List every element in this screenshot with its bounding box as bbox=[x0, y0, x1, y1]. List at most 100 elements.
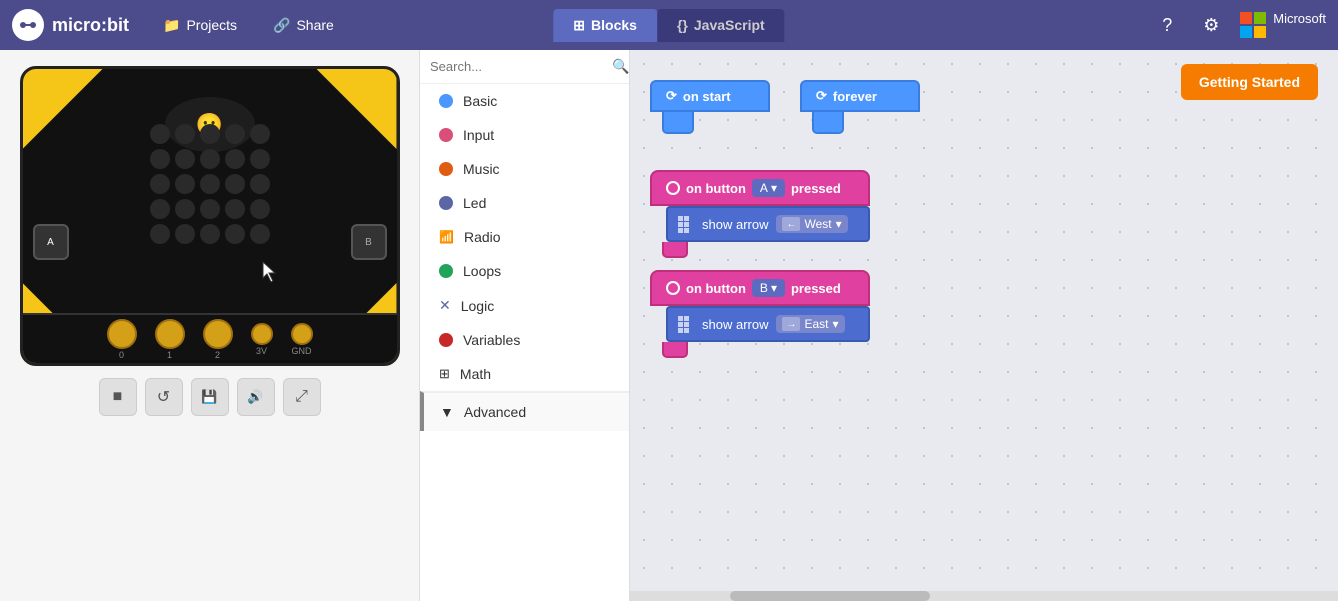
led-0-2 bbox=[200, 124, 220, 144]
scrollbar-thumb[interactable] bbox=[730, 591, 930, 601]
pin-2[interactable]: 2 bbox=[203, 319, 233, 360]
button-b-dropdown[interactable]: B ▾ bbox=[752, 279, 785, 297]
sidebar: 🔍 Basic Input Music Led 📶 Radio Loops ✕ bbox=[420, 50, 630, 601]
sidebar-item-math[interactable]: ⊞ Math bbox=[420, 357, 629, 391]
sidebar-item-loops[interactable]: Loops bbox=[420, 254, 629, 288]
led-0-0 bbox=[150, 124, 170, 144]
save-button[interactable]: 💾 bbox=[191, 378, 229, 416]
music-color-dot bbox=[439, 162, 453, 176]
sidebar-item-music[interactable]: Music bbox=[420, 152, 629, 186]
on-start-block-group: ⟳ on start bbox=[650, 80, 770, 134]
west-dropdown-chevron-icon: ▾ bbox=[836, 217, 842, 231]
button-b-event-block[interactable]: on button B ▾ pressed bbox=[650, 270, 870, 306]
settings-button[interactable]: ⚙ bbox=[1195, 9, 1227, 41]
action-b-grid-icon bbox=[678, 316, 694, 332]
corner-tr bbox=[317, 69, 397, 149]
share-icon: 🔗 bbox=[273, 17, 290, 34]
advanced-chevron-icon: ▼ bbox=[440, 404, 454, 420]
led-4-4 bbox=[250, 224, 270, 244]
restart-button[interactable]: ↺ bbox=[145, 378, 183, 416]
led-0-4 bbox=[250, 124, 270, 144]
forever-connector bbox=[812, 112, 844, 134]
west-direction-dropdown[interactable]: ← West ▾ bbox=[776, 215, 847, 233]
led-3-3 bbox=[225, 199, 245, 219]
scrollbar-horizontal[interactable] bbox=[630, 591, 1338, 601]
fullscreen-button[interactable]: ⤢ bbox=[283, 378, 321, 416]
show-arrow-west-block[interactable]: show arrow ← West ▾ bbox=[666, 206, 870, 242]
led-2-2 bbox=[200, 174, 220, 194]
east-arrow-icon: → bbox=[782, 317, 800, 331]
tab-blocks[interactable]: ⊞ Blocks bbox=[553, 9, 657, 42]
dropdown-arrow-icon: ▾ bbox=[771, 181, 777, 195]
sidebar-item-basic[interactable]: Basic bbox=[420, 84, 629, 118]
sidebar-item-advanced[interactable]: ▼ Advanced bbox=[420, 391, 629, 431]
led-3-4 bbox=[250, 199, 270, 219]
b-dropdown-arrow-icon: ▾ bbox=[771, 281, 777, 295]
led-1-1 bbox=[175, 149, 195, 169]
led-3-0 bbox=[150, 199, 170, 219]
search-input[interactable] bbox=[430, 59, 606, 74]
led-3-2 bbox=[200, 199, 220, 219]
microbit-device: 😐 bbox=[20, 66, 400, 366]
blocks-canvas[interactable]: Getting Started ⟳ on start ⟳ forever on … bbox=[630, 50, 1338, 601]
button-b-bottom-connector bbox=[662, 342, 688, 358]
sidebar-item-variables[interactable]: Variables bbox=[420, 323, 629, 357]
share-button[interactable]: 🔗 Share bbox=[263, 11, 344, 40]
input-color-dot bbox=[439, 128, 453, 142]
basic-color-dot bbox=[439, 94, 453, 108]
sound-button[interactable]: 🔊 bbox=[237, 378, 275, 416]
microsoft-label: Microsoft bbox=[1273, 11, 1326, 39]
blocks-grid-icon: ⊞ bbox=[573, 17, 585, 34]
loops-color-dot bbox=[439, 264, 453, 278]
led-0-3 bbox=[225, 124, 245, 144]
variables-color-dot bbox=[439, 333, 453, 347]
sidebar-item-logic[interactable]: ✕ Logic bbox=[420, 288, 629, 323]
tab-javascript[interactable]: {} JavaScript bbox=[657, 9, 785, 42]
led-1-4 bbox=[250, 149, 270, 169]
on-start-connector bbox=[662, 112, 694, 134]
forever-block-group: ⟳ forever bbox=[800, 80, 920, 134]
hw-button-a[interactable]: A bbox=[33, 224, 69, 260]
button-a-block-group: on button A ▾ pressed show arrow bbox=[650, 170, 870, 258]
sidebar-item-led[interactable]: Led bbox=[420, 186, 629, 220]
microsoft-logo: Microsoft bbox=[1239, 11, 1326, 39]
led-4-0 bbox=[150, 224, 170, 244]
sidebar-item-input[interactable]: Input bbox=[420, 118, 629, 152]
main-layout: 😐 bbox=[0, 50, 1338, 601]
projects-button[interactable]: 📁 Projects bbox=[153, 11, 247, 40]
on-start-block[interactable]: ⟳ on start bbox=[650, 80, 770, 112]
button-a-event-block[interactable]: on button A ▾ pressed bbox=[650, 170, 870, 206]
simulator-controls: ■ ↺ 💾 🔊 ⤢ bbox=[99, 378, 321, 416]
east-direction-dropdown[interactable]: → East ▾ bbox=[776, 315, 844, 333]
led-color-dot bbox=[439, 196, 453, 210]
show-arrow-east-block[interactable]: show arrow → East ▾ bbox=[666, 306, 870, 342]
label-b: B bbox=[361, 77, 369, 89]
sidebar-item-radio[interactable]: 📶 Radio bbox=[420, 220, 629, 254]
hw-button-b[interactable]: B bbox=[351, 224, 387, 260]
nav-tabs: ⊞ Blocks {} JavaScript bbox=[553, 9, 784, 42]
event-b-circle-icon bbox=[666, 281, 680, 295]
led-0-1 bbox=[175, 124, 195, 144]
pin-0[interactable]: 0 bbox=[107, 319, 137, 360]
event-circle-icon bbox=[666, 181, 680, 195]
getting-started-button[interactable]: Getting Started bbox=[1181, 64, 1318, 100]
simulator-panel: 😐 bbox=[0, 50, 420, 601]
east-dropdown-chevron-icon: ▾ bbox=[832, 317, 838, 331]
forever-icon: ⟳ bbox=[816, 88, 827, 104]
nav-right: ? ⚙ Microsoft bbox=[1151, 9, 1326, 41]
radio-bar-icon: 📶 bbox=[439, 230, 454, 244]
button-a-dropdown[interactable]: A ▾ bbox=[752, 179, 785, 197]
led-2-1 bbox=[175, 174, 195, 194]
action-grid-icon bbox=[678, 216, 694, 232]
help-button[interactable]: ? bbox=[1151, 9, 1183, 41]
led-4-1 bbox=[175, 224, 195, 244]
button-a-area: A bbox=[33, 224, 69, 260]
app-name: micro:bit bbox=[52, 15, 129, 36]
forever-block[interactable]: ⟳ forever bbox=[800, 80, 920, 112]
button-a-bottom-connector bbox=[662, 242, 688, 258]
led-3-1 bbox=[175, 199, 195, 219]
pin-1[interactable]: 1 bbox=[155, 319, 185, 360]
pin-gnd: GND bbox=[291, 323, 313, 356]
logo-area: micro:bit bbox=[12, 9, 129, 41]
stop-button[interactable]: ■ bbox=[99, 378, 137, 416]
